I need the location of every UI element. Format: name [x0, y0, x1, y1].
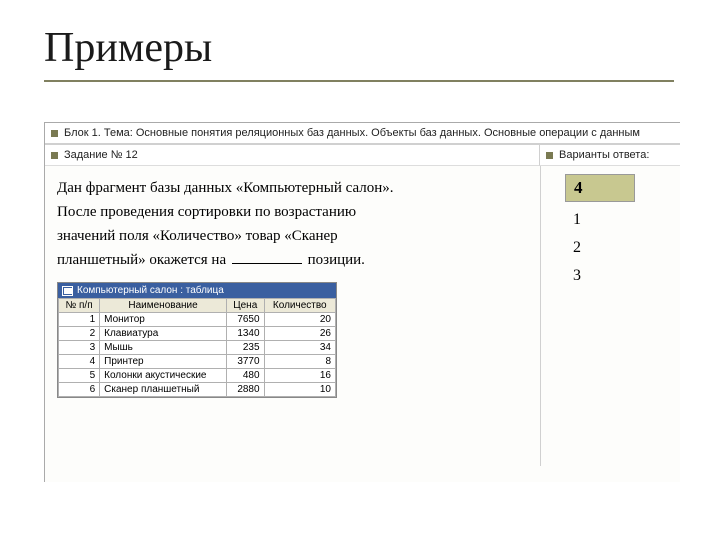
topic-bar: Блок 1. Тема: Основные понятия реляционн…	[45, 123, 680, 145]
table-cell: Монитор	[100, 313, 227, 327]
table-cell: 2880	[226, 383, 264, 397]
task-bar: Задание № 12	[45, 145, 540, 166]
table-row: 4Принтер37708	[59, 355, 336, 369]
table-cell: 20	[264, 313, 335, 327]
table-cell: 235	[226, 341, 264, 355]
col-header: Наименование	[100, 299, 227, 313]
task-label: Задание № 12	[64, 149, 138, 161]
table-cell: 26	[264, 327, 335, 341]
question-line: значений поля «Количество» товар «Сканер	[57, 224, 528, 248]
data-grid: № п/п Наименование Цена Количество 1Мони…	[58, 298, 336, 397]
table-cell: Колонки акустические	[100, 369, 227, 383]
table-cell: 2	[59, 327, 100, 341]
table-cell: 3770	[226, 355, 264, 369]
answer-option[interactable]: 4	[565, 174, 635, 202]
question-text: Дан фрагмент базы данных «Компьютерный с…	[57, 176, 528, 272]
table-cell: 8	[264, 355, 335, 369]
answer-option[interactable]: 2	[565, 236, 670, 260]
table-cell: Клавиатура	[100, 327, 227, 341]
table-cell: 5	[59, 369, 100, 383]
content-box: Блок 1. Тема: Основные понятия реляционн…	[44, 122, 680, 482]
slide: Примеры Блок 1. Тема: Основные понятия р…	[0, 0, 720, 540]
table-cell: Принтер	[100, 355, 227, 369]
db-titlebar: Компьютерный салон : таблица	[58, 283, 336, 298]
table-row: 3Мышь23534	[59, 341, 336, 355]
table-row: 6Сканер планшетный288010	[59, 383, 336, 397]
table-cell: 4	[59, 355, 100, 369]
bullet-icon	[546, 152, 553, 159]
table-cell: 10	[264, 383, 335, 397]
page-title: Примеры	[44, 24, 212, 72]
table-cell: 6	[59, 383, 100, 397]
table-cell: 7650	[226, 313, 264, 327]
table-cell: 34	[264, 341, 335, 355]
title-underline	[44, 80, 674, 82]
bullet-icon	[51, 152, 58, 159]
table-cell: 1340	[226, 327, 264, 341]
question-line: Дан фрагмент базы данных «Компьютерный с…	[57, 176, 528, 200]
table-cell: 16	[264, 369, 335, 383]
col-header: № п/п	[59, 299, 100, 313]
question-line: планшетный» окажется на позиции.	[57, 248, 528, 272]
table-row: 2Клавиатура134026	[59, 327, 336, 341]
blank-field[interactable]	[232, 263, 302, 264]
db-caption: Компьютерный салон : таблица	[77, 285, 224, 296]
bullet-icon	[51, 130, 58, 137]
db-table: Компьютерный салон : таблица № п/п Наиме…	[57, 282, 337, 398]
table-row: 5Колонки акустические48016	[59, 369, 336, 383]
table-row: 1Монитор765020	[59, 313, 336, 327]
answers-area: 4 1 2 3	[540, 166, 680, 466]
table-cell: 1	[59, 313, 100, 327]
col-header: Количество	[264, 299, 335, 313]
table-icon	[62, 286, 73, 296]
question-area: Дан фрагмент базы данных «Компьютерный с…	[45, 166, 540, 466]
answers-label: Варианты ответа:	[559, 149, 649, 161]
answers-bar: Варианты ответа:	[540, 145, 680, 166]
answer-option[interactable]: 1	[565, 208, 670, 232]
table-cell: Мышь	[100, 341, 227, 355]
question-line: После проведения сортировки по возрастан…	[57, 200, 528, 224]
subheader-row: Задание № 12 Варианты ответа:	[45, 145, 680, 166]
topic-text: Блок 1. Тема: Основные понятия реляционн…	[64, 127, 640, 139]
answer-option[interactable]: 3	[565, 264, 670, 288]
col-header: Цена	[226, 299, 264, 313]
table-cell: 3	[59, 341, 100, 355]
table-header-row: № п/п Наименование Цена Количество	[59, 299, 336, 313]
main-row: Дан фрагмент базы данных «Компьютерный с…	[45, 166, 680, 466]
table-cell: Сканер планшетный	[100, 383, 227, 397]
table-cell: 480	[226, 369, 264, 383]
